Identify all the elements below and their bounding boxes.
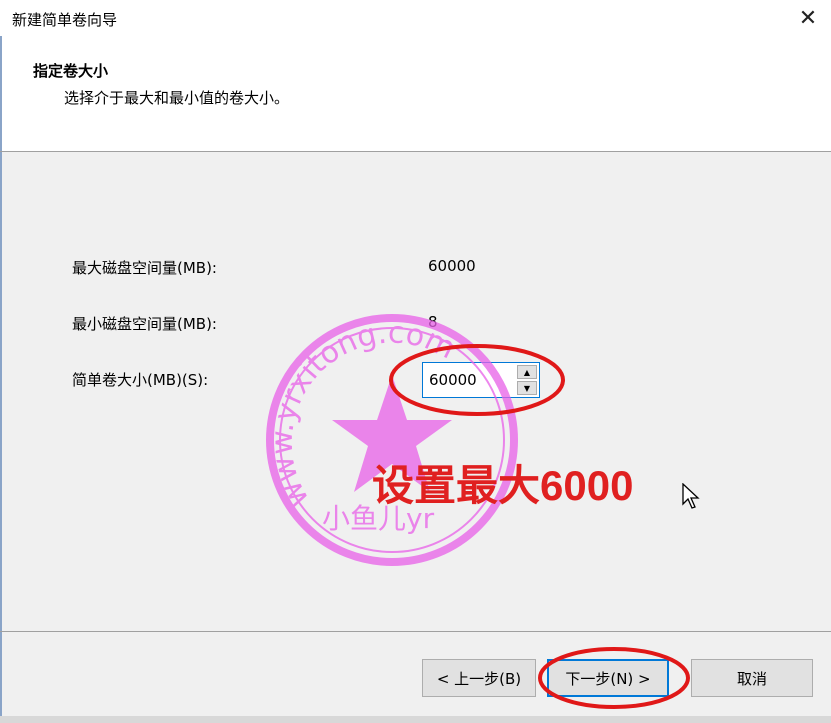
spin-down-icon[interactable]: ▼ [517,381,537,395]
page-title: 指定卷大小 [33,62,109,80]
header-divider [0,151,831,152]
volume-size-input[interactable]: 60000 [429,371,477,389]
title-bar: 新建简单卷向导 ✕ [0,0,831,36]
cancel-button[interactable]: 取消 [691,659,813,697]
min-space-label: 最小磁盘空间量(MB): [72,315,217,333]
back-button[interactable]: < 上一步(B) [422,659,536,697]
spin-up-icon[interactable]: ▲ [517,365,537,379]
spinner-buttons: ▲ ▼ [517,365,537,395]
max-space-value: 60000 [428,257,476,275]
page-subtitle: 选择介于最大和最小值的卷大小。 [64,89,290,107]
taskbar-edge [0,716,831,723]
footer-divider [0,631,831,632]
min-space-value: 8 [428,313,438,331]
window-title: 新建简单卷向导 [12,11,118,29]
next-button[interactable]: 下一步(N) > [547,659,669,697]
close-icon[interactable]: ✕ [785,0,831,36]
volume-size-label: 简单卷大小(MB)(S): [72,371,209,389]
max-space-label: 最大磁盘空间量(MB): [72,259,217,277]
wizard-header: 指定卷大小 选择介于最大和最小值的卷大小。 [2,36,831,151]
mouse-cursor-icon [682,483,700,509]
volume-size-spinner[interactable]: 60000 ▲ ▼ [422,362,540,398]
wizard-window: 新建简单卷向导 ✕ 指定卷大小 选择介于最大和最小值的卷大小。 最大磁盘空间量(… [0,0,831,723]
annotation-text: 设置最大6000 [372,462,634,509]
